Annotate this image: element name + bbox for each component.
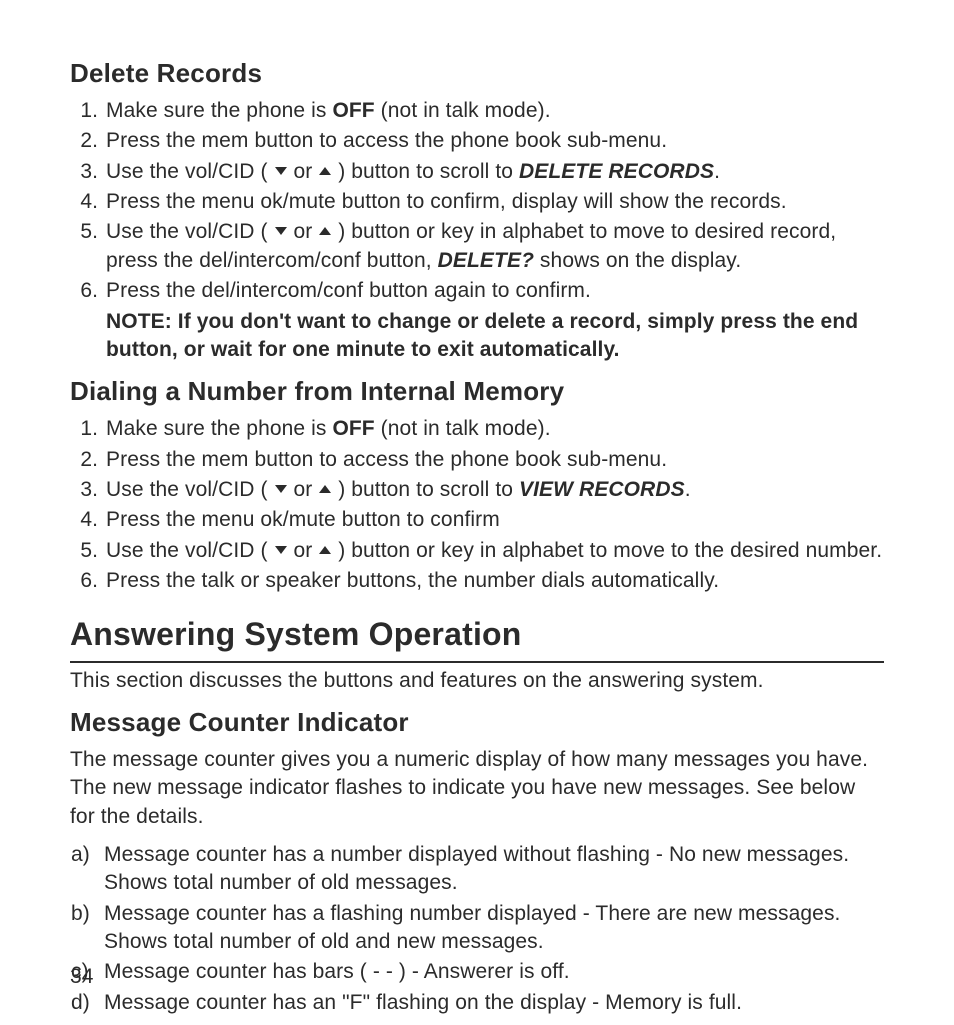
body-text: shows on the display. [534,249,741,272]
body-text: or [288,478,319,501]
list-item: Press the menu ok/mute button to confirm… [104,188,884,216]
list-item: Press the menu ok/mute button to confirm [104,506,884,534]
list-item: Use the vol/CID ( or ) button or key in … [104,218,884,275]
body-text: Use the vol/CID ( [106,539,274,562]
list-item: Press the del/intercom/conf button again… [104,277,884,364]
triangle-down-icon [275,167,287,175]
triangle-up-icon [319,167,331,175]
subsection-intro: The message counter gives you a numeric … [70,746,884,831]
heading-answering-system: Answering System Operation [70,613,884,662]
bold-text: OFF [332,417,374,440]
list-item: c) Message counter has bars ( - - ) - An… [104,958,884,986]
bold-text: OFF [332,99,374,122]
list-item: d) Message counter has an "F" flashing o… [104,989,884,1017]
body-text: Use the vol/CID ( [106,160,274,183]
body-text: or [288,160,319,183]
body-text: Press the menu ok/mute button to confirm… [106,190,787,213]
body-text: Message counter has an "F" flashing on t… [104,991,742,1014]
list-item: b) Message counter has a flashing number… [104,900,884,957]
body-text: or [288,539,319,562]
heading-dialing-memory: Dialing a Number from Internal Memory [70,374,884,409]
body-text: or [288,220,319,243]
body-text: . [714,160,720,183]
manual-page: Delete Records Make sure the phone is OF… [0,0,954,1025]
body-text: ) button to scroll to [332,478,519,501]
list-item: a) Message counter has a number displaye… [104,841,884,898]
body-text: Press the talk or speaker buttons, the n… [106,569,719,592]
body-text: ) button or key in alphabet to move to t… [332,539,882,562]
list-marker: a) [71,841,101,869]
body-text: Message counter has a number displayed w… [104,843,849,894]
body-text: Use the vol/CID ( [106,220,274,243]
body-text: Press the del/intercom/conf button again… [106,279,591,302]
list-marker: d) [71,989,101,1017]
list-item: Make sure the phone is OFF (not in talk … [104,97,884,125]
list-item: Press the talk or speaker buttons, the n… [104,567,884,595]
list-message-counter: a) Message counter has a number displaye… [70,841,884,1017]
body-text: Press the mem button to access the phone… [106,129,667,152]
list-item: Press the mem button to access the phone… [104,446,884,474]
list-item: Make sure the phone is OFF (not in talk … [104,415,884,443]
bold-italic-text: DELETE? [438,249,534,272]
body-text: Message counter has a flashing number di… [104,902,840,953]
body-text: Make sure the phone is [106,417,332,440]
body-text: Make sure the phone is [106,99,332,122]
triangle-down-icon [275,485,287,493]
section-intro: This section discusses the buttons and f… [70,667,884,695]
bold-italic-text: VIEW RECORDS [519,478,685,501]
triangle-up-icon [319,485,331,493]
page-number: 34 [70,963,94,991]
body-text: Press the mem button to access the phone… [106,448,667,471]
body-text: . [685,478,691,501]
triangle-up-icon [319,227,331,235]
note-text: NOTE: If you don't want to change or del… [106,308,884,365]
heading-message-counter: Message Counter Indicator [70,705,884,740]
body-text: (not in talk mode). [375,417,551,440]
list-dialing-memory: Make sure the phone is OFF (not in talk … [70,415,884,595]
triangle-up-icon [319,546,331,554]
heading-delete-records: Delete Records [70,56,884,91]
triangle-down-icon [275,546,287,554]
body-text: Use the vol/CID ( [106,478,274,501]
list-item: Use the vol/CID ( or ) button to scroll … [104,476,884,504]
body-text: ) button to scroll to [332,160,519,183]
triangle-down-icon [275,227,287,235]
list-item: Use the vol/CID ( or ) button or key in … [104,537,884,565]
body-text: Message counter has bars ( - - ) - Answe… [104,960,570,983]
list-item: Use the vol/CID ( or ) button to scroll … [104,158,884,186]
body-text: Press the menu ok/mute button to confirm [106,508,500,531]
list-delete-records: Make sure the phone is OFF (not in talk … [70,97,884,364]
list-marker: b) [71,900,101,928]
bold-italic-text: DELETE RECORDS [519,160,714,183]
list-item: Press the mem button to access the phone… [104,127,884,155]
body-text: (not in talk mode). [375,99,551,122]
